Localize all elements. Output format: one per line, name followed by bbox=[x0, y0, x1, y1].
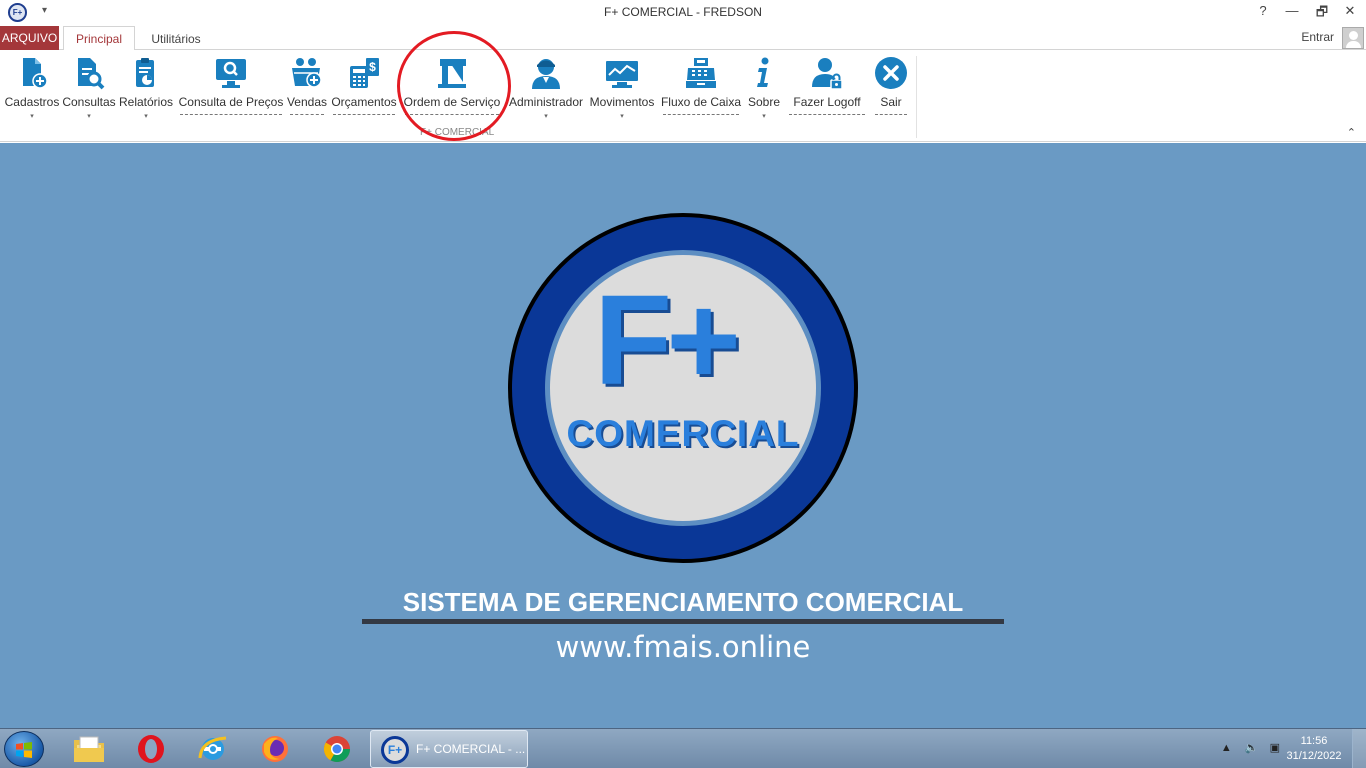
chevron-down-icon: ▾ bbox=[144, 113, 148, 120]
chevron-down-icon: ▾ bbox=[762, 113, 766, 120]
network-icon[interactable]: ▣ bbox=[1270, 742, 1280, 754]
separator-line bbox=[663, 114, 739, 115]
taskbar-window-label: F+ COMERCIAL - ... bbox=[416, 742, 526, 756]
fazer-logoff-button[interactable]: Fazer Logoff bbox=[785, 54, 869, 138]
cadastros-button[interactable]: Cadastros ▾ bbox=[4, 54, 60, 138]
orcamentos-button[interactable]: $ Orçamentos bbox=[329, 54, 399, 138]
separator-line bbox=[180, 114, 282, 115]
document-plus-icon bbox=[23, 58, 48, 89]
separator-line bbox=[333, 114, 395, 115]
consultas-button[interactable]: Consultas ▾ bbox=[61, 54, 117, 138]
sair-label: Sair bbox=[880, 95, 902, 109]
close-circle-icon bbox=[875, 57, 907, 89]
clock-date: 31/12/2022 bbox=[1286, 750, 1342, 762]
basket-plus-icon bbox=[292, 58, 322, 88]
internet-explorer-icon[interactable] bbox=[196, 732, 230, 766]
taskbar: F+ F+ COMERCIAL - ... ▲ 🔈 ▣ 11:56 31/12/… bbox=[0, 728, 1366, 768]
close-button[interactable]: ✕ bbox=[1340, 3, 1360, 19]
system-tray: ▲ 🔈 ▣ bbox=[1221, 741, 1280, 754]
chrome-icon[interactable] bbox=[320, 732, 354, 766]
consulta-de-precos-label: Consulta de Preços bbox=[178, 95, 284, 109]
opera-browser-icon[interactable] bbox=[134, 732, 168, 766]
fazer-logoff-label: Fazer Logoff bbox=[793, 95, 861, 109]
service-order-icon bbox=[438, 59, 466, 88]
cash-register-icon bbox=[686, 58, 716, 88]
group-separator bbox=[916, 56, 917, 138]
consulta-de-precos-button[interactable]: Consulta de Preços bbox=[176, 54, 286, 138]
title-underline bbox=[362, 619, 1004, 624]
sobre-label: Sobre bbox=[747, 95, 781, 109]
company-logo: F+ COMERCIAL bbox=[508, 213, 858, 563]
separator-line bbox=[789, 114, 865, 115]
logo-mark: F+ bbox=[594, 269, 741, 412]
user-lock-icon bbox=[812, 58, 843, 90]
document-search-icon bbox=[78, 58, 105, 90]
system-title: SISTEMA DE GERENCIAMENTO COMERCIAL bbox=[402, 587, 964, 617]
chevron-down-icon: ▾ bbox=[620, 113, 624, 120]
collapse-ribbon-icon[interactable]: ⌃ bbox=[1347, 126, 1356, 139]
monitor-search-icon bbox=[216, 59, 246, 88]
tab-utilitarios[interactable]: Utilitários bbox=[140, 26, 212, 51]
report-clipboard-icon bbox=[136, 58, 154, 87]
tab-arquivo[interactable]: ARQUIVO bbox=[0, 26, 59, 50]
consultas-label: Consultas bbox=[62, 95, 116, 109]
separator-line bbox=[405, 114, 499, 115]
logo-inner-disc: F+ COMERCIAL bbox=[545, 250, 821, 526]
show-hidden-icons-icon[interactable]: ▲ bbox=[1221, 742, 1232, 754]
ordem-de-servico-button[interactable]: Ordem de Serviço bbox=[401, 54, 503, 138]
relatorios-button[interactable]: Relatórios ▾ bbox=[118, 54, 174, 138]
admin-user-icon bbox=[532, 59, 560, 89]
movimentos-button[interactable]: Movimentos ▾ bbox=[586, 54, 658, 138]
sign-in-link[interactable]: Entrar bbox=[1301, 30, 1334, 44]
clock[interactable]: 11:56 31/12/2022 bbox=[1284, 734, 1344, 764]
show-desktop-button[interactable] bbox=[1352, 729, 1366, 768]
window-title: F+ COMERCIAL - FREDSON bbox=[604, 5, 762, 19]
cadastros-label: Cadastros bbox=[4, 95, 60, 109]
fluxo-de-caixa-button[interactable]: Fluxo de Caixa bbox=[659, 54, 743, 138]
sobre-button[interactable]: Sobre ▾ bbox=[744, 54, 784, 138]
clock-time: 11:56 bbox=[1300, 735, 1328, 747]
relatorios-label: Relatórios bbox=[118, 95, 174, 109]
f-comercial-app-icon: F+ bbox=[381, 736, 409, 764]
website-url: www.fmais.online bbox=[555, 630, 811, 664]
windows-logo-icon bbox=[16, 742, 32, 758]
calculator-dollar-icon: $ bbox=[350, 58, 379, 88]
main-workspace: F+ COMERCIAL SISTEMA DE GERENCIAMENTO CO… bbox=[0, 143, 1366, 729]
sair-button[interactable]: Sair bbox=[871, 54, 911, 138]
chevron-down-icon: ▾ bbox=[87, 113, 91, 120]
movimentos-label: Movimentos bbox=[589, 95, 655, 109]
user-avatar-icon[interactable] bbox=[1342, 27, 1364, 49]
chevron-down-icon: ▾ bbox=[30, 113, 34, 120]
logo-word: COMERCIAL bbox=[566, 413, 800, 454]
ribbon-tab-bar: ARQUIVO Principal Utilitários Entrar bbox=[0, 25, 1366, 51]
ribbon-panel: Cadastros ▾ Consultas ▾ Relatórios ▾ Con… bbox=[0, 50, 1366, 142]
administrador-label: Administrador bbox=[508, 95, 584, 109]
firefox-icon[interactable] bbox=[258, 732, 292, 766]
separator-line bbox=[875, 114, 907, 115]
administrador-button[interactable]: Administrador ▾ bbox=[505, 54, 587, 138]
restore-button[interactable]: 🗗 bbox=[1312, 3, 1332, 25]
tab-principal[interactable]: Principal bbox=[63, 26, 135, 51]
vendas-label: Vendas bbox=[286, 95, 328, 109]
ribbon-group-label: F+ COMERCIAL bbox=[420, 127, 495, 138]
title-bar: F+ ▾ F+ COMERCIAL - FREDSON ? — 🗗 ✕ bbox=[0, 0, 1366, 25]
vendas-button[interactable]: Vendas bbox=[286, 54, 328, 138]
chevron-down-icon: ▾ bbox=[544, 113, 548, 120]
ordem-de-servico-label: Ordem de Serviço bbox=[403, 95, 501, 109]
volume-icon[interactable]: 🔈 bbox=[1245, 742, 1259, 754]
start-button[interactable] bbox=[4, 731, 44, 767]
fluxo-de-caixa-label: Fluxo de Caixa bbox=[660, 95, 742, 109]
file-explorer-icon[interactable] bbox=[72, 732, 106, 766]
monitor-chart-icon bbox=[606, 61, 638, 88]
orcamentos-label: Orçamentos bbox=[331, 95, 397, 109]
help-button[interactable]: ? bbox=[1253, 3, 1273, 18]
taskbar-window-f-comercial[interactable]: F+ F+ COMERCIAL - ... bbox=[370, 730, 528, 768]
minimize-button[interactable]: — bbox=[1282, 3, 1302, 18]
info-icon bbox=[757, 57, 769, 87]
svg-text:$: $ bbox=[369, 60, 376, 74]
separator-line bbox=[290, 114, 324, 115]
